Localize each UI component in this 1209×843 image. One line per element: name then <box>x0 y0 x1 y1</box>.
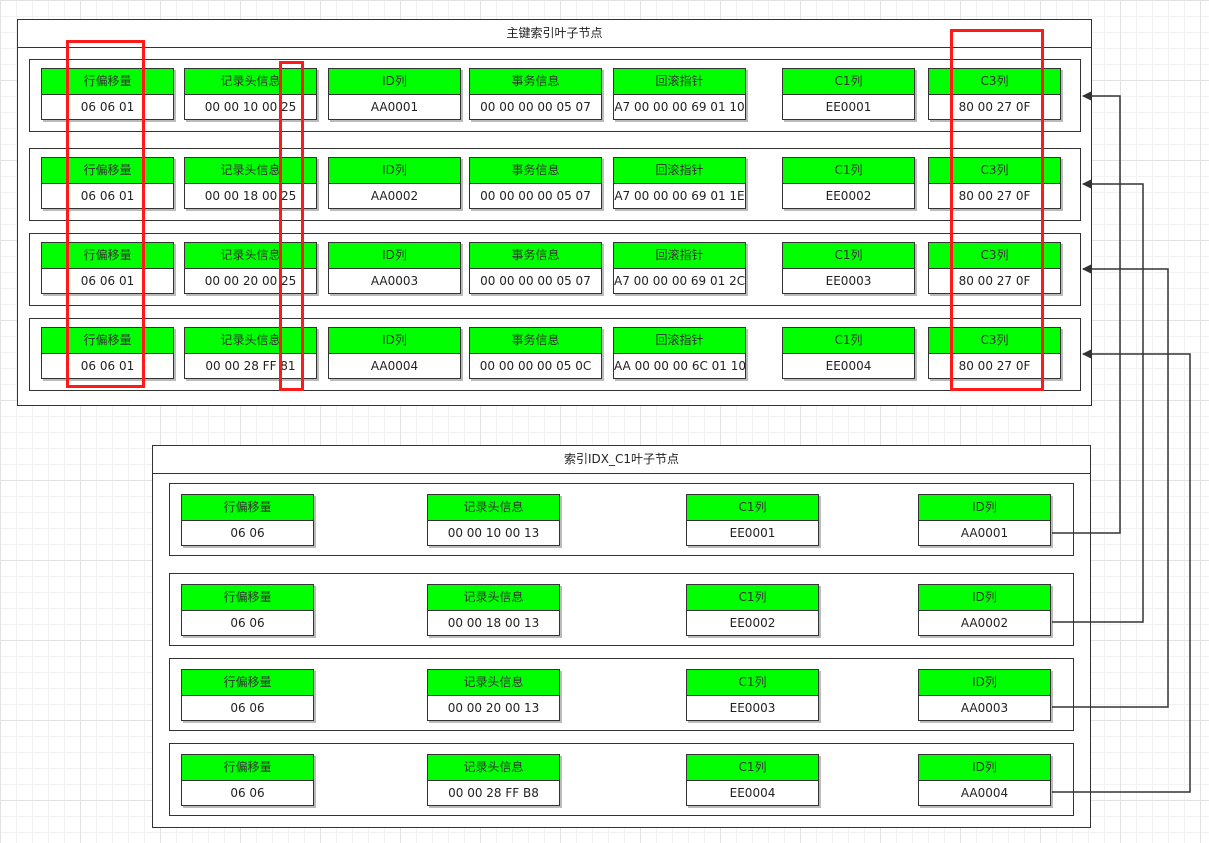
highlight-c3-column <box>950 29 1044 391</box>
highlight-record-header-tail <box>279 61 304 391</box>
row-pointer-arrow <box>1052 91 1121 534</box>
row-pointer-arrow <box>1052 264 1169 708</box>
row-pointer-arrow <box>1052 349 1191 793</box>
highlight-row-offset-column <box>66 40 145 388</box>
row-pointer-arrow <box>1052 179 1144 623</box>
